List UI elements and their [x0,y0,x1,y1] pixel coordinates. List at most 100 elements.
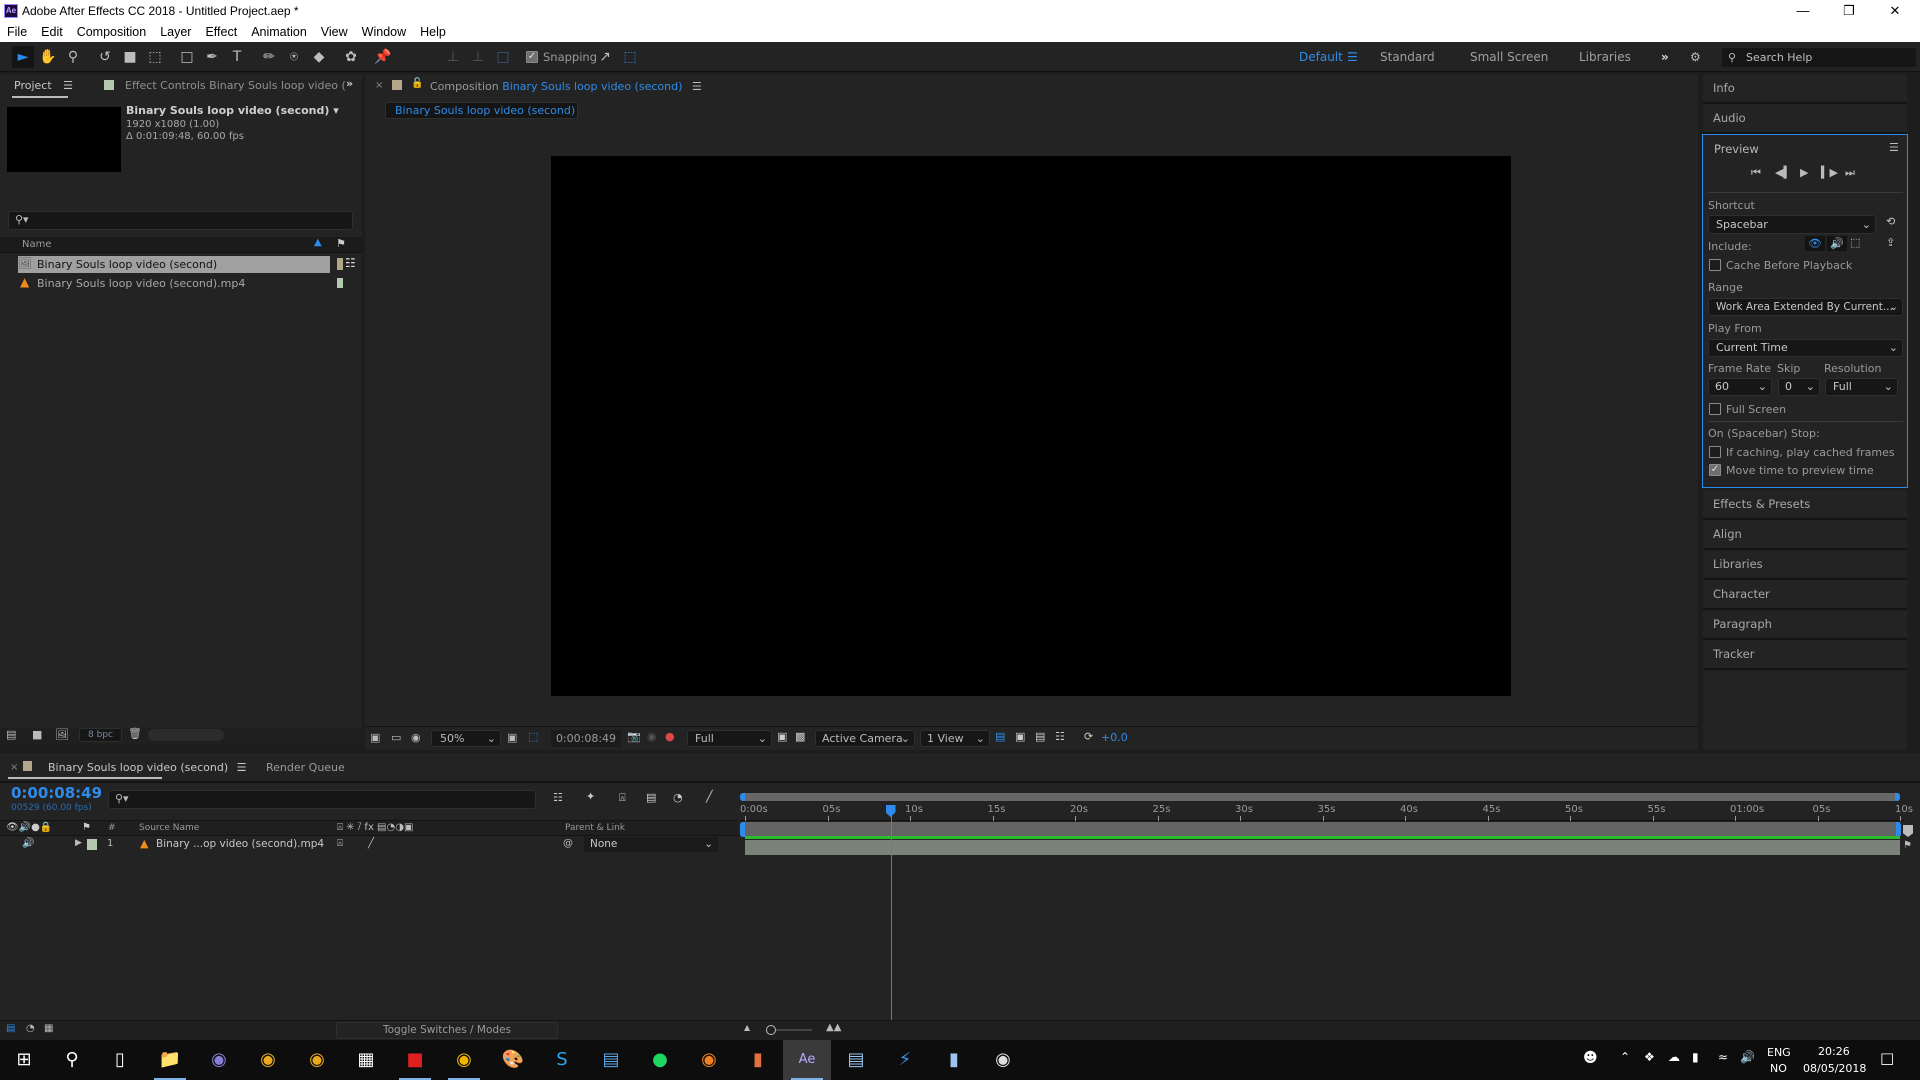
play-icon[interactable]: ▶ [1800,166,1808,179]
zoom-slider-thumb[interactable] [766,1025,776,1035]
label-color-swatch[interactable] [87,839,97,850]
rectangle-tool-icon[interactable]: □ [176,46,198,68]
if-caching-checkbox[interactable] [1709,446,1721,458]
fast-previews-icon[interactable]: ▣ [777,730,787,743]
wordpad-icon[interactable]: ▤ [832,1040,880,1080]
quality-switch-icon[interactable]: ╱ [368,838,374,849]
shortcut-dropdown[interactable]: Spacebar ⌄ [1708,215,1876,234]
menu-effect[interactable]: Effect [205,25,237,39]
fl-studio-2-icon[interactable]: ◉ [293,1040,341,1080]
workspace-default[interactable]: Default [1299,50,1343,64]
next-frame-icon[interactable]: ▍▶ [1821,166,1838,179]
show-hidden-icons[interactable]: ⌃ [1620,1050,1630,1064]
camera-view-dropdown[interactable]: Active Camera ⌄ [815,730,915,747]
expand-layer-icon[interactable]: ▶ [75,838,82,848]
menu-layer[interactable]: Layer [160,25,191,39]
start-button-icon[interactable]: ⊞ [0,1040,48,1080]
app-icon[interactable]: ⚡ [881,1040,929,1080]
language-indicator[interactable]: ENG [1767,1046,1791,1059]
project-search-input[interactable]: ⚲▾ [8,211,353,230]
navigator-end-handle[interactable] [1895,793,1900,801]
current-time-display[interactable]: 0:00:08:49 [551,730,621,747]
layer-switches-icon[interactable]: ▤ [6,1023,15,1034]
exposure-value[interactable]: +0.0 [1101,731,1128,744]
volume-icon[interactable]: 🔊 [1740,1050,1755,1064]
panel-audio[interactable]: Audio [1703,104,1907,134]
thumbnail-slider[interactable] [148,729,224,741]
after-effects-icon[interactable]: Ae [783,1040,831,1080]
puppet-pin-tool-icon[interactable]: 📌 [372,46,394,68]
paint-icon[interactable]: 🎨 [489,1040,537,1080]
move-time-checkbox[interactable]: ✓ [1709,464,1721,476]
work-area-end-handle[interactable] [1896,822,1901,837]
monitor-icon[interactable]: ▭ [391,731,401,744]
dropbox-icon[interactable]: ❖ [1644,1050,1655,1064]
workspace-standard[interactable]: Standard [1380,50,1435,64]
spotify-icon[interactable]: ● [636,1040,684,1080]
new-folder-icon[interactable]: ■ [32,728,42,741]
action-center-icon[interactable]: □ [1880,1049,1894,1067]
transparency-grid-icon[interactable]: ⬚ [528,730,538,743]
toggle-switches-modes-button[interactable]: Toggle Switches / Modes [336,1022,558,1039]
workspace-small-screen[interactable]: Small Screen [1470,50,1548,64]
menu-composition[interactable]: Composition [77,25,146,39]
timeline-search-input[interactable]: ⚲▾ [108,790,536,809]
last-frame-icon[interactable]: ⏭ [1845,166,1855,180]
hand-tool-icon[interactable]: ✋ [37,46,59,68]
toggle-pixel-aspect-icon[interactable]: ▤ [995,730,1005,743]
snap-edges-icon[interactable]: ↗ [594,46,616,68]
graph-editor-icon[interactable]: ╱ [706,790,713,803]
zoom-tool-icon[interactable]: ⚲ [62,46,84,68]
more-workspaces-icon[interactable]: » [1661,50,1669,64]
lock-icon[interactable]: 🔓 [411,78,423,89]
chrome-icon[interactable]: ◉ [440,1040,488,1080]
snapshot-icon[interactable]: 📷 [627,730,641,743]
camera-tool-icon[interactable]: ■ [119,46,141,68]
close-tab-icon[interactable]: × [375,80,383,91]
time-ruler[interactable]: 0:00s 05s 10s 15s 20s 25s 30s 35s 40s 45s 50s 55s 01… [740,803,1913,821]
restore-button[interactable]: ❐ [1826,0,1872,22]
label-column-icon[interactable]: ⚑ [336,237,346,250]
skip-dropdown[interactable]: 0 ⌄ [1778,378,1820,396]
frame-rate-dropdown[interactable]: 60 ⌄ [1708,378,1772,396]
av-features-icons[interactable]: 👁🔊●🔒 [6,822,52,833]
blender-icon[interactable]: ◉ [685,1040,733,1080]
show-snapshot-icon[interactable]: ◉ [647,730,657,743]
zoom-in-icon[interactable]: ▲▲ [826,1022,841,1033]
work-area-bar[interactable] [745,822,1900,836]
project-item-row[interactable]: ▲ Binary Souls loop video (second).mp4 [18,275,330,292]
in-out-stretch-icon[interactable]: ▦ [44,1023,53,1034]
draft-3d-icon[interactable]: ✦ [586,790,595,803]
search-icon[interactable]: ⚲ [48,1040,96,1080]
zoom-out-icon[interactable]: ▲ [744,1023,750,1032]
pan-behind-tool-icon[interactable]: ⬚ [144,46,166,68]
composition-tab-label[interactable]: Composition Binary Souls loop video (sec… [430,80,702,93]
panel-libraries[interactable]: Libraries [1703,550,1907,580]
eraser-tool-icon[interactable]: ◆ [308,46,330,68]
include-overlays-icon[interactable]: ⬚ [1850,236,1860,249]
color-channels-icon[interactable]: ● [665,730,675,743]
app-icon[interactable]: ◉ [979,1040,1027,1080]
navigator-bar[interactable] [742,793,1900,801]
menu-file[interactable]: File [7,25,27,39]
timeline-icon[interactable]: ▤ [1035,730,1045,743]
fl-studio-icon[interactable]: ◉ [244,1040,292,1080]
panel-overflow-icon[interactable]: » [346,77,353,90]
close-button[interactable]: ✕ [1872,0,1918,22]
bit-depth-button[interactable]: 8 bpc [79,728,122,742]
brush-tool-icon[interactable]: ✏ [258,46,280,68]
clock-date[interactable]: 08/05/2018 [1803,1062,1866,1075]
control-panel-icon[interactable]: ▤ [587,1040,635,1080]
view-layout-dropdown[interactable]: 1 View ⌄ [920,730,990,747]
parent-dropdown[interactable]: None ⌄ [584,837,718,852]
flowchart-icon[interactable]: ☷ [1055,730,1065,743]
panel-info[interactable]: Info [1703,74,1907,104]
pen-tool-icon[interactable]: ✒ [201,46,223,68]
menu-help[interactable]: Help [420,25,446,39]
panel-menu-icon[interactable]: ☰ [1889,141,1899,154]
world-axis-icon[interactable]: ⊥ [467,46,489,68]
panel-paragraph[interactable]: Paragraph [1703,610,1907,640]
column-source-name[interactable]: Source Name [139,823,199,833]
onedrive-icon[interactable]: ☁ [1668,1050,1680,1064]
current-time-display[interactable]: 0:00:08:49 [11,784,102,802]
